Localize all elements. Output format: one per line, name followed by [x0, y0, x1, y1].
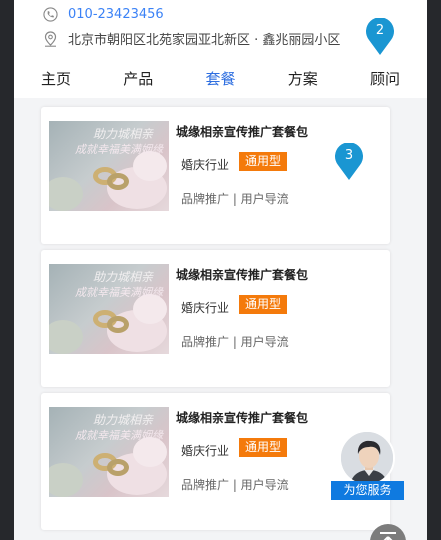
service-label[interactable]: 为您服务 [331, 481, 404, 500]
location-icon [42, 30, 58, 47]
phone-row[interactable]: 010-23423456 [42, 6, 164, 22]
advisor-avatar[interactable] [339, 430, 395, 486]
tab-products[interactable]: 产品 [123, 68, 153, 89]
arrow-up-icon [380, 532, 396, 540]
nav-tabs: 主页 产品 套餐 方案 顾问 [14, 58, 427, 98]
package-description: 品牌推广 | 用户导流 [181, 335, 289, 349]
package-type-badge: 通用型 [239, 295, 288, 314]
image-leaf-shape [49, 463, 83, 497]
package-image[interactable]: 助力城相亲 成就幸福美满姻缘 [49, 264, 169, 354]
phone-number[interactable]: 010-23423456 [68, 7, 164, 22]
image-caption-line2: 成就幸福美满姻缘 [75, 143, 163, 156]
back-to-top-button[interactable] [370, 524, 406, 540]
package-image[interactable]: 助力城相亲 成就幸福美满姻缘 [49, 121, 169, 211]
tab-home[interactable]: 主页 [41, 68, 71, 89]
advisor-service-widget[interactable]: 为您服务 [331, 430, 404, 500]
package-image[interactable]: 助力城相亲 成就幸福美满姻缘 [49, 407, 169, 497]
tab-advisors[interactable]: 顾问 [370, 68, 400, 89]
package-title[interactable]: 城缘相亲宣传推广套餐包 [176, 409, 308, 426]
address-row: 北京市朝阳区北苑家园亚北新区 · 鑫兆丽园小区 [42, 29, 340, 48]
map-marker-2[interactable]: 2 [365, 18, 395, 56]
package-description: 品牌推广 | 用户导流 [181, 478, 289, 492]
image-ring-shape [107, 316, 129, 333]
tab-solutions[interactable]: 方案 [288, 68, 318, 89]
tab-packages[interactable]: 套餐 [205, 68, 235, 89]
image-leaf-shape [49, 177, 83, 211]
map-marker-2-label: 2 [375, 23, 385, 38]
package-description: 品牌推广 | 用户导流 [181, 192, 289, 206]
map-marker-3-label: 3 [344, 148, 354, 163]
phone-icon [42, 6, 58, 22]
image-leaf-shape [49, 320, 83, 354]
address-text: 北京市朝阳区北苑家园亚北新区 · 鑫兆丽园小区 [68, 33, 341, 48]
image-caption-line2: 成就幸福美满姻缘 [75, 286, 163, 299]
package-card[interactable]: 助力城相亲 成就幸福美满姻缘 城缘相亲宣传推广套餐包 婚庆行业 通用型 品牌推广… [41, 250, 390, 387]
image-caption-line2: 成就幸福美满姻缘 [75, 429, 163, 442]
package-industry: 婚庆行业 [181, 444, 230, 458]
image-caption-line1: 助力城相亲 [93, 270, 154, 284]
image-caption-line1: 助力城相亲 [93, 127, 154, 141]
map-marker-3[interactable]: 3 [334, 143, 364, 181]
package-type-badge: 通用型 [239, 152, 288, 171]
package-industry: 婚庆行业 [181, 301, 230, 315]
image-ring-shape [107, 459, 129, 476]
image-ring-shape [107, 173, 129, 190]
package-industry: 婚庆行业 [181, 158, 230, 172]
package-title[interactable]: 城缘相亲宣传推广套餐包 [176, 123, 308, 140]
package-title[interactable]: 城缘相亲宣传推广套餐包 [176, 266, 308, 283]
package-type-badge: 通用型 [239, 438, 288, 457]
image-caption-line1: 助力城相亲 [93, 413, 154, 427]
